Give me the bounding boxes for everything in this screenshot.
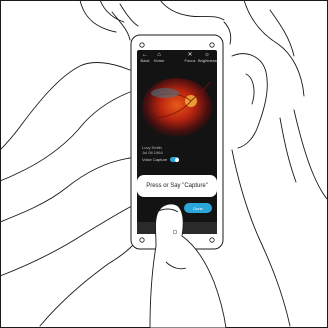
forearm-line: [0, 157, 131, 223]
nav-brightness-label: Brightness: [198, 58, 217, 63]
capture-prompt-text: Press or Say "Capture": [146, 183, 208, 189]
nav-home-label: Home: [153, 58, 165, 63]
nav-back-label: Back: [140, 58, 150, 63]
retina-reflection: [151, 88, 179, 98]
android-home-button[interactable]: [173, 230, 177, 234]
nav-focus-label: Focus: [184, 58, 196, 63]
voice-capture-toggle[interactable]: [170, 157, 179, 162]
retina-image: [142, 78, 212, 138]
nav-brightness-button[interactable]: ☼ Brightness: [198, 52, 217, 63]
upper-arm-line: [0, 62, 131, 151]
done-button-label: Done: [193, 205, 203, 211]
neck-line: [231, 149, 291, 327]
illustration-lineart: [0, 0, 328, 328]
ear-line: [231, 53, 268, 149]
nav-back-button[interactable]: ← Back: [139, 52, 151, 63]
head-back-line: [243, 0, 305, 97]
nav-focus-button[interactable]: ✕ Focus: [183, 52, 197, 63]
nav-home-button[interactable]: ⌂ Home: [152, 52, 166, 63]
hair-line: [79, 0, 117, 33]
patient-dob: Jul 08 1964: [142, 150, 163, 155]
voice-capture-label: Voice Capture: [142, 157, 168, 162]
capture-prompt[interactable]: Press or Say "Capture": [137, 175, 217, 197]
done-button[interactable]: Done: [184, 203, 212, 213]
